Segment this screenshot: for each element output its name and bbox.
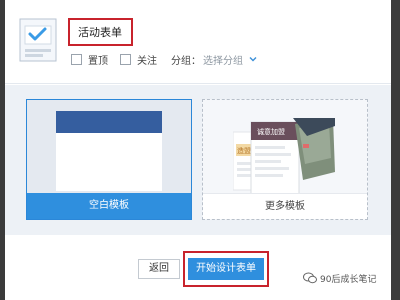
follow-checkbox[interactable]: [120, 53, 131, 65]
pin-label: 置顶: [88, 55, 108, 67]
thumbnail-header-bar: [56, 111, 162, 133]
form-options: 置顶 关注 分组： 选择分组: [71, 50, 258, 68]
blank-template-card[interactable]: 空白模板: [26, 99, 192, 220]
follow-label: 关注: [137, 55, 157, 67]
form-title-field[interactable]: 活动表单: [68, 18, 133, 46]
template-preview-collage: 造盟 诚意加盟: [233, 118, 335, 196]
form-settings-area: 活动表单 置顶 关注 分组： 选择分组: [5, 0, 391, 84]
watermark-text: 90后成长笔记: [320, 274, 377, 285]
group-select[interactable]: 选择分组: [203, 52, 243, 67]
more-templates-label: 更多模板: [203, 193, 367, 219]
watermark: 90后成长笔记: [303, 269, 376, 287]
form-title-value: 活动表单: [78, 26, 122, 39]
start-design-highlight: 开始设计表单: [183, 251, 269, 287]
back-button[interactable]: 返回: [138, 259, 180, 279]
pin-checkbox[interactable]: [71, 53, 82, 65]
chevron-down-icon[interactable]: [248, 54, 258, 64]
group-label: 分组：: [171, 55, 201, 67]
pin-option[interactable]: 置顶: [71, 52, 108, 67]
template-picker: 空白模板 造盟 诚意加盟 更多模板: [5, 85, 391, 235]
start-design-button[interactable]: 开始设计表单: [188, 258, 264, 280]
preview-title: 诚意加盟: [257, 127, 285, 136]
blank-template-thumbnail: [56, 111, 162, 191]
follow-option[interactable]: 关注: [120, 52, 157, 67]
dialog-footer: 返回 开始设计表单: [5, 235, 391, 300]
form-document-icon: [19, 18, 57, 62]
blank-template-label: 空白模板: [27, 193, 191, 219]
more-templates-card[interactable]: 造盟 诚意加盟 更多模板: [202, 99, 368, 220]
wechat-icon: [303, 272, 317, 284]
create-form-dialog: 活动表单 置顶 关注 分组： 选择分组 空白模板 造盟 诚意加盟 更多模板 返回…: [5, 0, 391, 300]
preview-side-text: 造盟: [237, 146, 251, 155]
